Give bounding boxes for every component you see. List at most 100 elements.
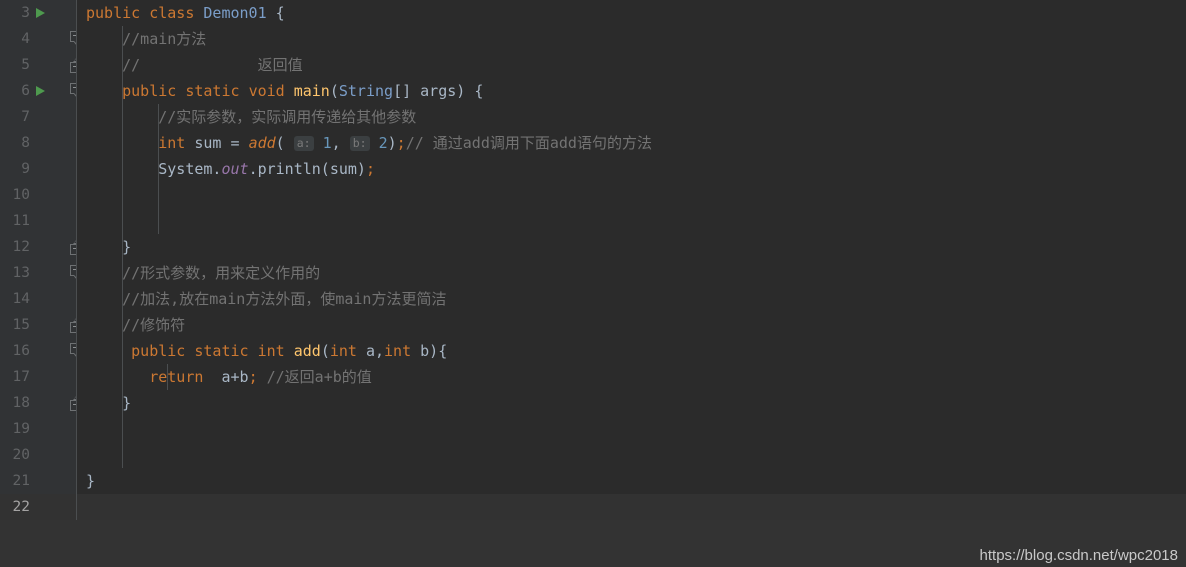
code-line-5[interactable]: // 返回值 bbox=[77, 52, 1186, 78]
gutter-line-16[interactable]: 16 bbox=[0, 338, 77, 364]
line-number: 6 bbox=[21, 83, 30, 99]
indent-guide bbox=[158, 104, 160, 234]
gutter-line-19[interactable]: 19 bbox=[0, 416, 77, 442]
token-kw: void bbox=[248, 82, 285, 100]
code-line-22[interactable] bbox=[77, 494, 1186, 520]
line-number: 7 bbox=[21, 109, 30, 125]
code-line-15[interactable]: //修饰符 bbox=[77, 312, 1186, 338]
editor-gutter[interactable]: 3 4 5 6 7 8 9 10 11 12 13 14 15 16 17 18 19 20 21 22 bbox=[0, 0, 83, 520]
line-number: 15 bbox=[12, 317, 30, 333]
run-arrow-icon[interactable] bbox=[36, 86, 45, 96]
code-line-18[interactable]: } bbox=[77, 390, 1186, 416]
line-number: 22 bbox=[12, 499, 30, 515]
code-line-12[interactable]: } bbox=[77, 234, 1186, 260]
gutter-line-5[interactable]: 5 bbox=[0, 52, 77, 78]
code-line-9[interactable]: System.out.println(sum); bbox=[77, 156, 1186, 182]
token-kw: public bbox=[122, 82, 177, 100]
code-line-13[interactable]: //形式参数，用来定义作用的 bbox=[77, 260, 1186, 286]
line-number: 11 bbox=[12, 213, 30, 229]
line-number: 10 bbox=[12, 187, 30, 203]
line-number: 20 bbox=[12, 447, 30, 463]
gutter-line-10[interactable]: 10 bbox=[0, 182, 77, 208]
token-kw: public bbox=[86, 4, 141, 22]
gutter-line-12[interactable]: 12 bbox=[0, 234, 77, 260]
line-number: 19 bbox=[12, 421, 30, 437]
code-line-3[interactable]: public class Demon01 { bbox=[77, 0, 1186, 26]
watermark-url: https://blog.csdn.net/wpc2018 bbox=[979, 547, 1178, 564]
token-field: out bbox=[221, 160, 249, 178]
gutter-line-9[interactable]: 9 bbox=[0, 156, 77, 182]
token-punc: ( bbox=[275, 134, 294, 152]
token-plain: a+b bbox=[203, 368, 249, 386]
token-kw: static bbox=[185, 82, 240, 100]
indent-guide bbox=[167, 364, 169, 390]
code-line-7[interactable]: //实际参数，实际调用传递给其他参数 bbox=[77, 104, 1186, 130]
token-cmt: //修饰符 bbox=[86, 316, 186, 334]
code-line-text: public class Demon01 { bbox=[86, 0, 285, 26]
gutter-line-7[interactable]: 7 bbox=[0, 104, 77, 130]
gutter-line-6[interactable]: 6 bbox=[0, 78, 77, 104]
code-line-10[interactable] bbox=[77, 182, 1186, 208]
gutter-line-21[interactable]: 21 bbox=[0, 468, 77, 494]
gutter-line-11[interactable]: 11 bbox=[0, 208, 77, 234]
token-plain: a, bbox=[356, 342, 385, 360]
token-cmt: // 返回值 bbox=[86, 56, 303, 74]
line-number: 3 bbox=[21, 5, 30, 21]
code-content-area[interactable]: public class Demon01 { //main方法 // 返回值 p… bbox=[77, 0, 1186, 520]
indent-guide bbox=[122, 26, 124, 468]
gutter-line-18[interactable]: 18 bbox=[0, 390, 77, 416]
token-punc: ( bbox=[329, 82, 339, 100]
code-editor: 3 4 5 6 7 8 9 10 11 12 13 14 15 16 17 18 19 20 21 22 public… bbox=[0, 0, 1186, 567]
gutter-line-8[interactable]: 8 bbox=[0, 130, 77, 156]
token-punc: [] args) { bbox=[393, 82, 484, 100]
code-line-text: public static void main(String[] args) { bbox=[86, 78, 483, 104]
code-line-4[interactable]: //main方法 bbox=[77, 26, 1186, 52]
gutter-line-17[interactable]: 17 bbox=[0, 364, 77, 390]
token-kw: class bbox=[149, 4, 195, 22]
code-line-text: System.out.println(sum); bbox=[86, 156, 375, 182]
code-line-19[interactable] bbox=[77, 416, 1186, 442]
token-punc: } bbox=[86, 472, 96, 490]
code-line-text: // 返回值 bbox=[86, 52, 303, 78]
code-line-6[interactable]: public static void main(String[] args) { bbox=[77, 78, 1186, 104]
code-line-8[interactable]: int sum = add( a: 1, b: 2);// 通过add调用下面a… bbox=[77, 130, 1186, 156]
gutter-line-3[interactable]: 3 bbox=[0, 0, 77, 26]
token-semi: ; bbox=[248, 368, 258, 386]
gutter-line-15[interactable]: 15 bbox=[0, 312, 77, 338]
token-mcall: add bbox=[248, 134, 276, 152]
token-num: 1 bbox=[322, 134, 332, 152]
token-kw: int bbox=[257, 342, 285, 360]
token-plain: System. bbox=[86, 160, 222, 178]
gutter-line-14[interactable]: 14 bbox=[0, 286, 77, 312]
line-number: 5 bbox=[21, 57, 30, 73]
code-line-11[interactable] bbox=[77, 208, 1186, 234]
token-semi: ; bbox=[365, 160, 375, 178]
run-arrow-icon[interactable] bbox=[36, 8, 45, 18]
token-punc: , bbox=[331, 134, 350, 152]
gutter-line-13[interactable]: 13 bbox=[0, 260, 77, 286]
code-line-14[interactable]: //加法,放在main方法外面，使main方法更简洁 bbox=[77, 286, 1186, 312]
token-punc: } bbox=[86, 238, 132, 256]
token-plain: sum = bbox=[185, 134, 249, 152]
token-mth: main bbox=[293, 82, 330, 100]
token-punc: { bbox=[266, 4, 285, 22]
code-line-text: //修饰符 bbox=[86, 312, 185, 338]
token-kw: return bbox=[149, 368, 204, 386]
code-line-17[interactable]: return a+b; //返回a+b的值 bbox=[77, 364, 1186, 390]
gutter-line-4[interactable]: 4 bbox=[0, 26, 77, 52]
gutter-line-20[interactable]: 20 bbox=[0, 442, 77, 468]
code-line-21[interactable]: } bbox=[77, 468, 1186, 494]
code-line-16[interactable]: public static int add(int a,int b){ bbox=[77, 338, 1186, 364]
token-plain: .println(sum) bbox=[248, 160, 366, 178]
code-line-20[interactable] bbox=[77, 442, 1186, 468]
line-number: 14 bbox=[12, 291, 30, 307]
token-punc: } bbox=[86, 394, 132, 412]
token-cmt: // 通过add调用下面add语句的方法 bbox=[405, 134, 652, 152]
gutter-line-22[interactable]: 22 bbox=[0, 494, 77, 520]
